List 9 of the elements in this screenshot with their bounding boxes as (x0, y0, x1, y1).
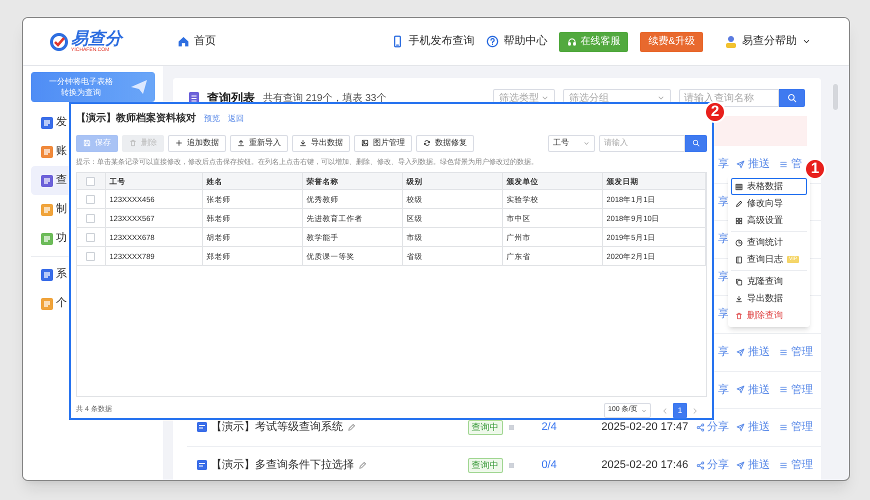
dialog-title: 【演示】教师档案资料核对 (76, 111, 196, 126)
logo-text: 易查分 (71, 30, 122, 47)
promo-text: 转换为查询 (61, 87, 101, 98)
status-tag: 查询中 (468, 458, 503, 473)
query-summary: 共有查询 219个，填表 33个 (263, 92, 386, 106)
date-text: 2025-02-20 17:47 (601, 421, 688, 434)
promo-text: 一分钟将电子表格 (49, 76, 113, 87)
status-tag: 查询中 (468, 420, 503, 435)
date-text: 2025-02-20 17:46 (601, 458, 688, 471)
